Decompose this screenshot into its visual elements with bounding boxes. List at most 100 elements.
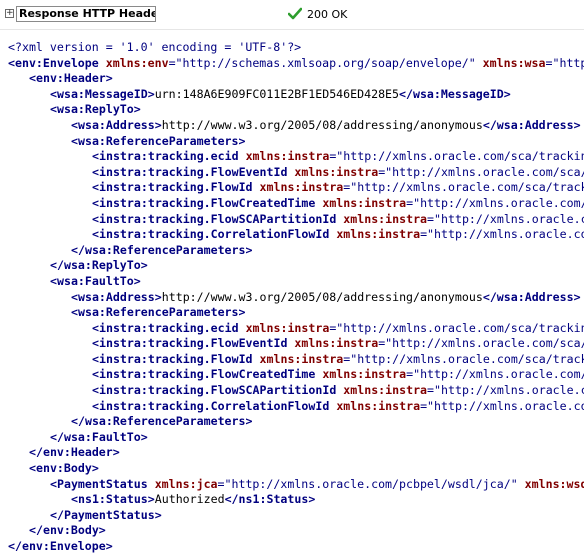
- xml-token: ="http://xmlns.oracle.com/sca/trackin: [329, 321, 584, 335]
- xml-token: <instra:tracking.FlowCreatedTime: [92, 196, 322, 210]
- xml-token: <instra:tracking.FlowCreatedTime: [92, 367, 322, 381]
- xml-line: <wsa:FaultTo>: [8, 274, 584, 290]
- xml-token: </wsa:ReferenceParameters>: [71, 243, 252, 257]
- xml-token: <instra:tracking.CorrelationFlowId: [92, 399, 336, 413]
- xml-token: </wsa:ReplyTo>: [50, 258, 148, 272]
- xml-line: </env:Body>: [8, 523, 584, 539]
- xml-token: xmlns:instra: [260, 352, 344, 366]
- xml-token: ="http://schemas.xmlsoap.org/soap/envelo…: [169, 56, 483, 70]
- xml-line: <instra:tracking.FlowEventId xmlns:instr…: [8, 165, 584, 181]
- xml-token: Authorized: [155, 492, 225, 506]
- xml-token: <ns1:Status>: [71, 492, 155, 506]
- xml-line: <env:Envelope xmlns:env="http://schemas.…: [8, 56, 584, 72]
- xml-token: http://www.w3.org/2005/08/addressing/ano…: [162, 118, 483, 132]
- xml-line: <wsa:MessageID>urn:148A6E909FC011E2BF1ED…: [8, 87, 584, 103]
- xml-token: xmlns:env: [106, 56, 169, 70]
- xml-token: ="http://xmlns.oracle.com/: [406, 196, 584, 210]
- status-indicator: 200 OK: [288, 7, 347, 21]
- xml-token: ="http://xmlns.oracle.com/: [406, 367, 584, 381]
- response-headers-title[interactable]: Response HTTP Headers: [16, 6, 156, 22]
- xml-token: ="http://xmlns.oracle.com/pcbpel/wsdl/jc…: [218, 477, 525, 491]
- xml-token: <PaymentStatus: [50, 477, 155, 491]
- xml-line: </PaymentStatus>: [8, 508, 584, 524]
- xml-token: <instra:tracking.ecid: [92, 321, 246, 335]
- xml-line: <instra:tracking.ecid xmlns:instra="http…: [8, 149, 584, 165]
- xml-token: <env:Envelope: [8, 56, 106, 70]
- xml-token: </env:Body>: [29, 523, 106, 537]
- xml-line: </wsa:ReplyTo>: [8, 258, 584, 274]
- xml-token: xmlns:instra: [246, 149, 330, 163]
- xml-token: <instra:tracking.FlowEventId: [92, 165, 294, 179]
- xml-line: <wsa:ReferenceParameters>: [8, 134, 584, 150]
- xml-token: <wsa:Address>: [71, 118, 162, 132]
- xml-token: <?xml version = '1.0' encoding = 'UTF-8'…: [8, 40, 301, 54]
- xml-token: <instra:tracking.FlowSCAPartitionId: [92, 383, 343, 397]
- response-headers-bar: + Response HTTP Headers 200 OK: [0, 0, 584, 30]
- xml-token: <wsa:FaultTo>: [50, 274, 141, 288]
- xml-token: ="http://xmlns.oracle.co: [420, 399, 584, 413]
- xml-token: xmlns:instra: [246, 321, 330, 335]
- xml-token: ="http://xmlns.oracle.co: [420, 227, 584, 241]
- xml-line: <wsa:ReferenceParameters>: [8, 305, 584, 321]
- xml-token: <instra:tracking.FlowEventId: [92, 336, 294, 350]
- xml-token: xmlns:wsd: [525, 477, 584, 491]
- xml-line: </wsa:ReferenceParameters>: [8, 414, 584, 430]
- xml-token: </wsa:Address>: [483, 118, 581, 132]
- xml-token: </wsa:Address>: [483, 290, 581, 304]
- xml-line: <PaymentStatus xmlns:jca="http://xmlns.o…: [8, 477, 584, 493]
- xml-line: <?xml version = '1.0' encoding = 'UTF-8'…: [8, 40, 584, 56]
- xml-line: <env:Header>: [8, 71, 584, 87]
- xml-token: xmlns:instra: [343, 383, 427, 397]
- xml-token: ="http://xmlns.oracle.com/sca/trackin: [329, 149, 584, 163]
- xml-line: <instra:tracking.FlowId xmlns:instra="ht…: [8, 352, 584, 368]
- xml-line: <instra:tracking.FlowSCAPartitionId xmln…: [8, 212, 584, 228]
- xml-token: <wsa:ReferenceParameters>: [71, 305, 246, 319]
- xml-token: ="http://xmlns.oracle.com/sca/: [378, 336, 584, 350]
- status-text: 200 OK: [307, 8, 347, 21]
- xml-line: <env:Body>: [8, 461, 584, 477]
- xml-token: ="http://xmlns.oracle.com/sca/: [378, 165, 584, 179]
- xml-response-body: <?xml version = '1.0' encoding = 'UTF-8'…: [8, 40, 584, 555]
- xml-token: ="http://xmlns.oracle.com/sca/track: [343, 180, 584, 194]
- xml-token: xmlns:instra: [294, 165, 378, 179]
- xml-token: xmlns:instra: [294, 336, 378, 350]
- xml-line: <instra:tracking.FlowSCAPartitionId xmln…: [8, 383, 584, 399]
- xml-line: <wsa:ReplyTo>: [8, 102, 584, 118]
- xml-line: <instra:tracking.FlowId xmlns:instra="ht…: [8, 180, 584, 196]
- xml-token: <instra:tracking.FlowId: [92, 352, 260, 366]
- xml-line: <instra:tracking.FlowCreatedTime xmlns:i…: [8, 196, 584, 212]
- xml-token: xmlns:instra: [336, 399, 420, 413]
- xml-token: <wsa:MessageID>: [50, 87, 155, 101]
- xml-token: </PaymentStatus>: [50, 508, 162, 522]
- xml-token: ="http://xmlns.oracle.com/sca/track: [343, 352, 584, 366]
- xml-token: </env:Header>: [29, 445, 120, 459]
- xml-token: xmlns:instra: [260, 180, 344, 194]
- xml-token: xmlns:jca: [155, 477, 218, 491]
- xml-token: <instra:tracking.ecid: [92, 149, 246, 163]
- xml-token: <env:Body>: [29, 461, 99, 475]
- expand-toggle[interactable]: +: [5, 9, 14, 18]
- xml-line: <ns1:Status>Authorized</ns1:Status>: [8, 492, 584, 508]
- xml-line: <wsa:Address>http://www.w3.org/2005/08/a…: [8, 290, 584, 306]
- xml-token: xmlns:instra: [336, 227, 420, 241]
- xml-line: <instra:tracking.CorrelationFlowId xmlns…: [8, 227, 584, 243]
- xml-token: <wsa:Address>: [71, 290, 162, 304]
- xml-token: </env:Envelope>: [8, 539, 113, 553]
- xml-token: ="http://xmlns.oracle.c: [427, 212, 584, 226]
- xml-token: ="http://xmlns.oracle.c: [427, 383, 584, 397]
- xml-token: <instra:tracking.FlowId: [92, 180, 260, 194]
- check-icon: [288, 7, 302, 20]
- xml-token: <wsa:ReplyTo>: [50, 102, 141, 116]
- xml-token: http://www.w3.org/2005/08/addressing/ano…: [162, 290, 483, 304]
- xml-token: urn:148A6E909FC011E2BF1ED546ED428E5: [155, 87, 399, 101]
- xml-line: <wsa:Address>http://www.w3.org/2005/08/a…: [8, 118, 584, 134]
- xml-token: xmlns:instra: [322, 367, 406, 381]
- xml-token: <wsa:ReferenceParameters>: [71, 134, 246, 148]
- xml-token: xmlns:instra: [343, 212, 427, 226]
- xml-token: xmlns:instra: [322, 196, 406, 210]
- xml-line: </env:Envelope>: [8, 539, 584, 555]
- xml-token: </wsa:MessageID>: [399, 87, 511, 101]
- xml-token: <instra:tracking.CorrelationFlowId: [92, 227, 336, 241]
- xml-line: <instra:tracking.ecid xmlns:instra="http…: [8, 321, 584, 337]
- xml-token: </wsa:ReferenceParameters>: [71, 414, 252, 428]
